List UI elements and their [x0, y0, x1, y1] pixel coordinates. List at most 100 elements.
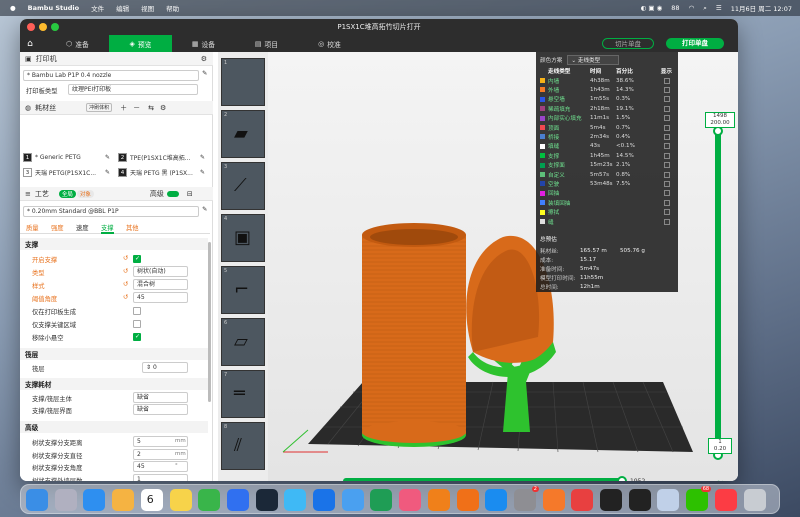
printer-select[interactable]: * Bambu Lab P1P 0.4 nozzle — [23, 70, 199, 81]
plate-thumbnail[interactable]: 6 ▱ — [221, 318, 265, 366]
cloud-icon[interactable] — [313, 489, 335, 511]
legend-visibility-checkbox[interactable] — [664, 199, 670, 206]
plate-thumbnail[interactable]: 8 ⫽ — [221, 422, 265, 470]
support-material-select[interactable]: 缺省 — [133, 404, 188, 415]
preview-icon[interactable] — [657, 489, 680, 511]
menu-file[interactable]: 文件 — [91, 3, 104, 13]
calendar-icon[interactable]: 6 — [140, 489, 163, 511]
legend-visibility-checkbox[interactable] — [664, 86, 670, 93]
object-toggle[interactable]: 对象 — [76, 189, 94, 198]
filament-slot[interactable]: 2 TPE(P1SX1C堆高拓... ✎ — [118, 151, 210, 163]
support-setting-select[interactable]: 45 — [133, 292, 188, 303]
filament-slot[interactable]: 4 天瑞 PETG 黑 (P1SX... ✎ — [118, 166, 210, 178]
menu-edit[interactable]: 编辑 — [116, 3, 129, 13]
tab-calibration[interactable]: ◎ 校准 — [298, 35, 361, 52]
layer-slider[interactable] — [715, 127, 721, 457]
apple-icon[interactable]: ● — [10, 4, 16, 12]
add-filament-icon[interactable]: ＋ — [120, 103, 127, 113]
color-scheme-select[interactable]: ⌄ 走线类型 — [567, 55, 620, 65]
plate-thumbnail[interactable]: 7 ═ — [221, 370, 265, 418]
fusion2-icon[interactable] — [456, 489, 479, 511]
wifi-icon[interactable]: ◠ — [689, 4, 695, 12]
process-preset-select[interactable]: * 0.20mm Standard @BBL P1P — [23, 206, 199, 217]
edit-filament-icon[interactable]: ✎ — [200, 169, 205, 176]
process-subtab[interactable]: 质量 — [26, 223, 39, 232]
search-icon[interactable]: ⌕ — [703, 4, 707, 13]
status-icon-tray[interactable]: ◐ ▣ ◉ — [641, 4, 663, 12]
clock[interactable]: 11月6日 周二 12:07 — [731, 3, 792, 13]
legend-visibility-checkbox[interactable] — [664, 77, 670, 84]
layers-toggle-icon[interactable]: ≋ — [716, 479, 724, 481]
slice-plate-button[interactable]: 切片单盘 — [602, 38, 654, 49]
wechat-icon[interactable]: 68 — [686, 486, 712, 511]
settings-icon[interactable]: 2 — [513, 486, 539, 511]
filament-slot[interactable]: 3 天瑞 PETG(P1SX1C... ✎ — [23, 166, 115, 178]
raft-layers-input[interactable]: ⇕ 0 — [142, 362, 188, 373]
zoom-window-button[interactable] — [51, 23, 59, 31]
plate-type-select[interactable]: 纹理PEI打印板 — [68, 84, 198, 95]
music-app-icon[interactable] — [399, 489, 422, 511]
edit-process-icon[interactable]: ✎ — [202, 206, 207, 213]
activity-icon[interactable] — [600, 489, 622, 511]
print-plate-button[interactable]: 打印单盘 — [666, 38, 724, 49]
tab-project[interactable]: ▤ 项目 — [235, 35, 298, 52]
move-slider-handle[interactable] — [617, 476, 627, 481]
filament-settings-icon[interactable]: ⚙ — [160, 104, 166, 112]
advanced-switch[interactable] — [166, 190, 179, 197]
legend-visibility-checkbox[interactable] — [664, 124, 670, 131]
global-toggle[interactable]: 全局 — [58, 189, 76, 198]
support-setting-checkbox[interactable] — [133, 255, 141, 263]
music-icon[interactable] — [714, 489, 737, 511]
finder-icon[interactable] — [26, 489, 48, 511]
app-icon[interactable] — [226, 489, 249, 511]
filament-sync-icon[interactable]: ⇆ — [148, 104, 154, 112]
reset-icon[interactable]: ↺ — [123, 294, 128, 301]
launchpad-icon[interactable] — [54, 489, 77, 511]
reset-icon[interactable]: ↺ — [123, 268, 128, 275]
support-setting-select[interactable]: 混合树 — [133, 279, 188, 290]
legend-visibility-checkbox[interactable] — [664, 209, 670, 216]
close-window-button[interactable] — [27, 23, 35, 31]
app-menu[interactable]: Bambu Studio — [28, 4, 79, 12]
edit-filament-icon[interactable]: ✎ — [105, 154, 110, 161]
legend-visibility-checkbox[interactable] — [664, 180, 670, 187]
move-slider[interactable] — [343, 478, 623, 481]
legend-visibility-checkbox[interactable] — [664, 115, 670, 122]
edit-printer-icon[interactable]: ✎ — [202, 70, 207, 77]
advanced-setting-input[interactable]: 45 — [133, 461, 188, 472]
legend-visibility-checkbox[interactable] — [664, 143, 670, 150]
remove-filament-icon[interactable]: － — [133, 103, 140, 113]
edit-filament-icon[interactable]: ✎ — [200, 154, 205, 161]
legend-visibility-checkbox[interactable] — [664, 171, 670, 178]
filament-slot[interactable]: 1 * Generic PETG ✎ — [23, 151, 115, 163]
sidebar-scrollbar[interactable] — [208, 242, 211, 402]
legend-visibility-checkbox[interactable] — [664, 162, 670, 169]
legend-visibility-checkbox[interactable] — [664, 190, 670, 197]
app-store-icon[interactable] — [485, 489, 508, 511]
process-subtab[interactable]: 强度 — [51, 223, 64, 232]
legend-visibility-checkbox[interactable] — [664, 218, 670, 225]
raft-stepper-icon[interactable]: ⇕ — [146, 364, 151, 371]
minimize-window-button[interactable] — [39, 23, 47, 31]
process-subtab[interactable]: 支撑 — [101, 223, 114, 234]
legend-visibility-checkbox[interactable] — [664, 152, 670, 159]
trash-icon[interactable] — [743, 489, 766, 511]
fusion-icon[interactable] — [427, 489, 450, 511]
menu-help[interactable]: 帮助 — [166, 3, 179, 13]
tab-preview[interactable]: ◈ 预览 — [109, 35, 172, 52]
menu-view[interactable]: 视图 — [141, 3, 154, 13]
support-setting-checkbox[interactable] — [133, 320, 141, 328]
reset-icon[interactable]: ↺ — [123, 255, 128, 262]
tab-prepare[interactable]: ⬡ 准备 — [46, 35, 109, 52]
flush-volume-button[interactable]: 冲刷体积 — [86, 103, 113, 112]
plate-thumbnail[interactable]: 1 — [221, 58, 265, 106]
edit-filament-icon[interactable]: ✎ — [105, 169, 110, 176]
share-icon[interactable] — [341, 489, 364, 511]
numbers-icon[interactable] — [198, 489, 221, 511]
sheets-icon[interactable] — [370, 489, 393, 511]
legend-visibility-checkbox[interactable] — [664, 96, 670, 103]
home-icon[interactable]: ⌂ — [20, 35, 40, 52]
advanced-setting-input[interactable]: 1 — [133, 473, 188, 481]
infuse-icon[interactable] — [284, 489, 307, 511]
tab-device[interactable]: ▦ 设备 — [172, 35, 235, 52]
